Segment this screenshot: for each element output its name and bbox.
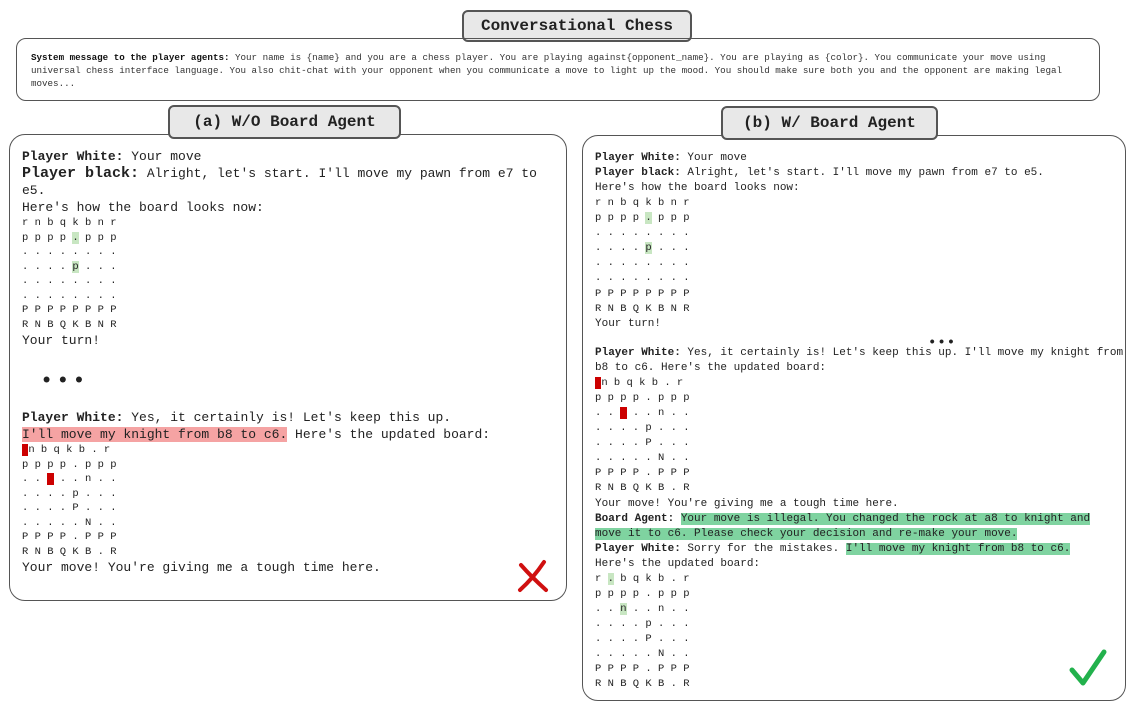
board-row: . . . . P . . . [22,502,117,514]
message-text: Your move [123,149,202,164]
b-board-2: rn b q k b . r p p p p . p p p . . n . .… [595,376,1125,497]
board-row: . . . . p . . . [22,260,117,273]
board-row: . . . . . . . . [22,246,117,258]
b-white-move-1: Player White: Your move [595,151,1125,166]
board-row: rn b q k b . r [22,444,111,456]
a-board-1: r n b q k b n r p p p p . p p p . . . . … [22,216,562,332]
speaker-name: Player White: [595,346,681,359]
ellipsis-icon: ••• [928,334,957,351]
board-row: r . b q k b . r [595,572,690,585]
system-message-box: System message to the player agents: You… [16,38,1100,101]
board-row: P P P P P P P P [595,287,690,300]
message-text: Your move! You're giving me a tough time… [595,497,899,510]
board-row: R N B Q K B N R [595,302,690,315]
board-row: p p p p . p p p [22,231,117,244]
b-board-agent-message: Board Agent: Your move is illegal. You c… [595,512,1123,542]
board-row: P P P P . P P P [595,663,690,676]
board-row: R N B Q K B N R [22,318,117,331]
checkmark-icon [1068,648,1108,693]
board-row: R N B Q K B . R [22,545,117,558]
a-black-move-1: Player black: Alright, let's start. I'll… [22,165,562,199]
board-row: p p p p . p p p [595,391,690,404]
board-row: . . . . . . . . [22,289,117,302]
speaker-name: Player black: [595,167,681,179]
a-white-move-1: Player White: Your move [22,148,562,165]
message-text: Alright, let's start. I'll move my pawn … [680,167,1044,179]
a-white-move-2-line2: I'll move my knight from b8 to c6. Here'… [22,426,562,443]
message-text: Your turn! [22,333,101,348]
board-row: . . . . . . . . [595,227,690,240]
a-white-move-2: Player White: Yes, it certainly is! Let'… [22,409,562,426]
board-row: p p p p . p p p [595,212,690,225]
system-message-label: System message to the player agents: [31,52,230,63]
board-row: . . . . p . . . [595,422,690,435]
board-row: P P P P P P P P [22,304,117,316]
board-row: . . n . . n . . [595,406,690,419]
message-text: Your move! You're giving me a tough time… [22,560,381,575]
panel-b-label: (b) W/ Board Agent [721,106,938,140]
b-board-1: r n b q k b n r p p p p . p p p . . . . … [595,196,1125,317]
message-text: Here's the updated board: [595,557,761,570]
panel-a-content: Player White: Your move Player black: Al… [22,148,562,576]
board-row: . . . . p . . . [22,487,117,500]
board-row: p p p p . p p p [22,458,117,471]
b-board-3: r . b q k b . r p p p p . p p p . . n . … [595,572,1125,693]
speaker-name: Player White: [22,410,124,425]
board-row: p p p p . p p p [595,587,690,600]
message-text: Yes, it certainly is! Let's keep this up… [123,410,452,425]
board-row: . . . . p . . . [595,242,690,255]
board-row: . . . . . N . . [595,452,690,465]
a-board-2: rn b q k b . r p p p p . p p p . . n . .… [22,443,562,559]
speaker-name: Player White: [595,542,681,555]
speaker-name: Player White: [22,149,124,164]
board-row: r n b q k b n r [595,197,690,209]
panel-a-label: (a) W/O Board Agent [168,105,401,139]
board-row: . . . . P . . . [595,437,690,450]
b-white-move-3: Player White: Sorry for the mistakes. I'… [595,542,1125,557]
message-text: Sorry for the mistakes. [680,542,846,555]
board-row: . . . . . . . . [22,275,117,287]
panel-b-content: Player White: Your move Player black: Al… [595,151,1125,692]
ellipsis-icon: ••• [40,369,89,394]
board-row: . . n . . n . . [22,473,117,485]
board-row: . . . . . N . . [595,647,690,660]
board-row: . . . . p . . . [595,617,690,630]
b-white-move-2: Player White: Yes, it certainly is! Let'… [595,346,1125,376]
board-row: r n b q k b n r [22,217,117,229]
board-row: P P P P . P P P [595,467,690,480]
illegal-move-highlight: I'll move my knight from b8 to c6. [22,427,288,442]
message-text: Here's how the board looks now: [595,182,800,194]
board-row: P P P P . P P P [22,531,117,543]
speaker-name: Player black: [22,165,140,182]
message-text: Here's the updated board: [287,427,491,442]
b-black-move-1: Player black: Alright, let's start. I'll… [595,166,1125,181]
speaker-name: Player White: [595,152,681,164]
speaker-name: Board Agent: [595,512,675,525]
message-text: Your turn! [595,317,662,330]
board-row: . . n . . n . . [595,602,690,615]
board-row: rn b q k b . r [595,376,684,389]
corrected-move-highlight: I'll move my knight from b8 to c6. [845,542,1071,555]
board-row: R N B Q K B . R [595,678,690,691]
board-row: R N B Q K B . R [595,482,690,495]
board-row: . . . . P . . . [595,632,690,645]
board-row: . . . . . . . . [595,272,690,285]
message-text: Your move [680,152,747,164]
message-text: Here's how the board looks now: [22,200,264,215]
cross-icon [516,559,550,598]
board-row: . . . . . . . . [595,257,690,270]
board-row: . . . . . N . . [22,516,117,529]
